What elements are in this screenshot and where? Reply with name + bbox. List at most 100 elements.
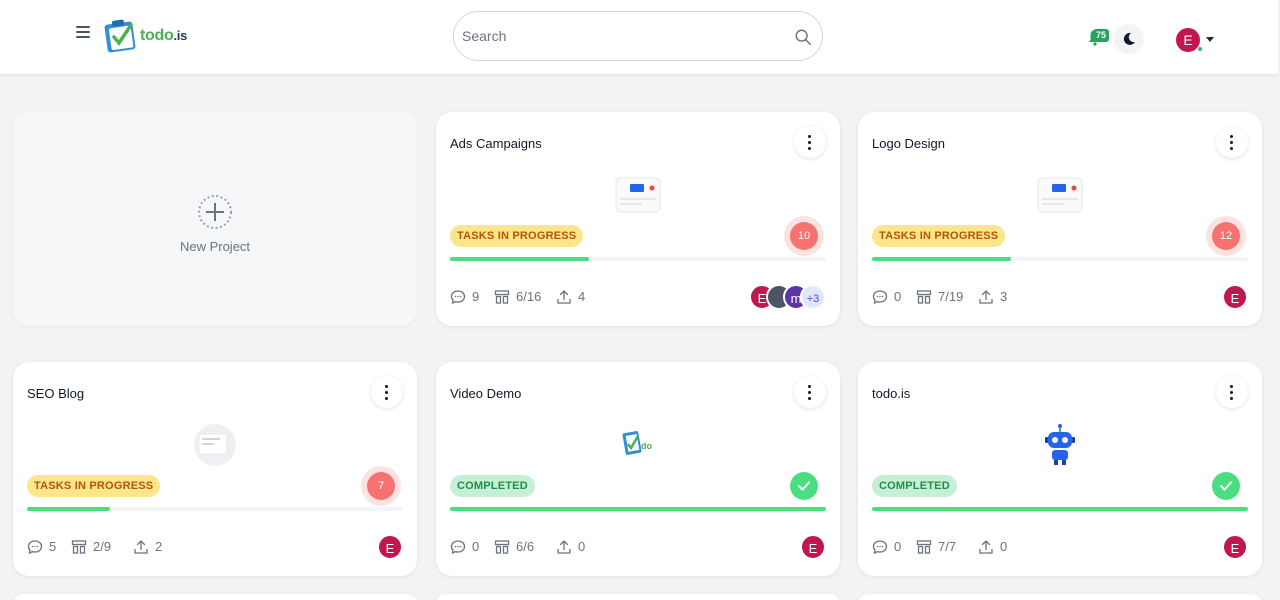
member-avatars[interactable]: E (800, 534, 826, 560)
task-count-badge: 10 (790, 222, 818, 250)
uploads-count: 0 (1000, 539, 1008, 554)
project-title[interactable]: SEO Blog (27, 386, 84, 401)
progress-bar (872, 507, 1248, 511)
member-avatar[interactable]: E (1222, 284, 1248, 310)
chevron-down-icon[interactable] (1206, 37, 1214, 42)
progress-bar (450, 257, 826, 261)
project-title[interactable]: Logo Design (872, 136, 945, 151)
upload-icon (979, 290, 993, 304)
member-avatars[interactable]: Em +3 (749, 284, 826, 310)
uploads-count: 2 (155, 539, 163, 554)
logo-text: todo.is (140, 27, 188, 44)
progress-bar (450, 507, 826, 511)
svg-text:do: do (641, 441, 652, 451)
member-avatar[interactable]: E (377, 534, 403, 560)
member-avatar[interactable]: E (800, 534, 826, 560)
comments-count: 0 (894, 289, 902, 304)
check-icon (798, 481, 810, 491)
theme-toggle-button[interactable] (1114, 24, 1144, 54)
project-card[interactable]: Ads Campaigns TASKS IN PROGRESS 10 9 6/1… (436, 112, 840, 326)
online-status-dot (1197, 46, 1203, 52)
add-icon (198, 195, 232, 229)
tasks-count: 6/16 (516, 289, 542, 304)
progress-bar-fill (872, 257, 1012, 261)
progress-bar-fill (450, 507, 826, 511)
status-badge: TASKS IN PROGRESS (450, 225, 584, 247)
project-thumbnail (1036, 172, 1084, 218)
comment-icon (872, 290, 888, 305)
logo-clipboard-icon (104, 19, 136, 53)
tasks-icon (71, 540, 87, 554)
upload-icon (557, 290, 571, 304)
moon-icon (1123, 32, 1135, 45)
project-title[interactable]: todo.is (872, 386, 910, 401)
tasks-icon (916, 540, 932, 554)
comments-count: 5 (49, 539, 57, 554)
comment-icon (450, 290, 466, 305)
project-card-partial (858, 594, 1262, 600)
project-card[interactable]: Logo Design TASKS IN PROGRESS 12 0 7/19 … (858, 112, 1262, 326)
progress-bar-fill (872, 507, 1248, 511)
status-badge: TASKS IN PROGRESS (872, 225, 1006, 247)
comments-count: 9 (472, 289, 480, 304)
more-vertical-icon[interactable] (1216, 126, 1248, 158)
hamburger-icon[interactable] (76, 26, 90, 38)
member-avatars[interactable]: E (1222, 284, 1248, 310)
comments-count: 0 (472, 539, 480, 554)
check-icon (1220, 481, 1232, 491)
uploads-count: 4 (578, 289, 586, 304)
progress-bar-fill (450, 257, 590, 261)
tasks-count: 7/19 (938, 289, 964, 304)
upload-icon (557, 540, 571, 554)
search-icon[interactable] (794, 28, 812, 46)
project-title[interactable]: Video Demo (450, 386, 521, 401)
progress-bar-fill (27, 507, 110, 511)
status-badge: COMPLETED (450, 475, 535, 497)
more-vertical-icon[interactable] (371, 376, 403, 408)
more-vertical-icon[interactable] (794, 126, 826, 158)
status-badge: TASKS IN PROGRESS (27, 475, 161, 497)
completed-badge (790, 472, 818, 500)
search-input[interactable] (462, 12, 782, 60)
comments-count: 0 (894, 539, 902, 554)
project-card-partial (13, 594, 417, 600)
notification-count-badge: 75 (1093, 29, 1110, 42)
project-card-partial (436, 594, 840, 600)
progress-bar (27, 507, 403, 511)
tasks-count: 2/9 (93, 539, 112, 554)
comment-icon (450, 540, 466, 555)
project-card[interactable]: SEO Blog TASKS IN PROGRESS 7 5 2/9 2 E (13, 362, 417, 576)
progress-bar (872, 257, 1248, 261)
status-badge: COMPLETED (872, 475, 957, 497)
project-title[interactable]: Ads Campaigns (450, 136, 542, 151)
upload-icon (979, 540, 993, 554)
more-vertical-icon[interactable] (1216, 376, 1248, 408)
project-thumbnail (1036, 422, 1084, 468)
project-thumbnail: do (614, 422, 662, 468)
task-count-badge: 7 (367, 472, 395, 500)
tasks-count: 6/6 (516, 539, 535, 554)
project-thumbnail (614, 172, 662, 218)
task-count-badge: 12 (1212, 222, 1240, 250)
top-header: todo.is 75 E (0, 0, 1278, 75)
todo-is-logo[interactable]: todo.is (104, 17, 194, 55)
member-avatars[interactable]: E (377, 534, 403, 560)
member-avatar[interactable]: E (1222, 534, 1248, 560)
uploads-count: 0 (578, 539, 586, 554)
new-project-card[interactable]: New Project (13, 112, 417, 326)
comment-icon (872, 540, 888, 555)
new-project-label: New Project (179, 239, 251, 254)
project-card[interactable]: Video Demo do COMPLETED 0 6/6 0 E (436, 362, 840, 576)
more-members-avatar[interactable]: +3 (800, 284, 826, 310)
tasks-count: 7/7 (938, 539, 957, 554)
tasks-icon (494, 540, 510, 554)
project-card[interactable]: todo.is COMPLETED 0 7/7 0 E (858, 362, 1262, 576)
comment-icon (27, 540, 43, 555)
uploads-count: 3 (1000, 289, 1008, 304)
more-vertical-icon[interactable] (794, 376, 826, 408)
upload-icon (134, 540, 148, 554)
tasks-icon (494, 290, 510, 304)
member-avatars[interactable]: E (1222, 534, 1248, 560)
tasks-icon (916, 290, 932, 304)
project-thumbnail (191, 422, 239, 468)
